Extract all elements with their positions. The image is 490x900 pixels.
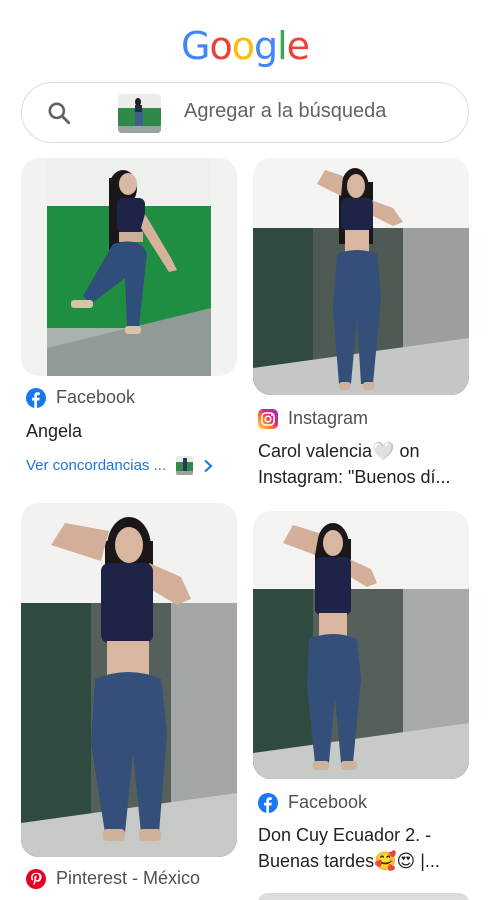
- logo-letter: g: [253, 24, 278, 68]
- result-source-label: Facebook: [56, 387, 136, 407]
- result-image-4[interactable]: [253, 511, 469, 779]
- logo-letter: G: [180, 24, 210, 68]
- facebook-icon: [258, 792, 278, 813]
- search-bar[interactable]: Agregar a la búsqueda: [21, 82, 469, 143]
- result-source-3[interactable]: Pinterest - México: [26, 868, 200, 889]
- see-matches-link[interactable]: Ver concordancias ...: [26, 456, 213, 475]
- result-title-2[interactable]: Carol valencia🤍 on Instagram: "Buenos dí…: [258, 438, 470, 490]
- google-logo[interactable]: Google: [0, 24, 490, 68]
- result-source-label: Instagram: [288, 408, 369, 428]
- result-image-2[interactable]: [253, 158, 469, 395]
- result-title-1[interactable]: Angela: [26, 418, 238, 444]
- result-image-5-partial[interactable]: [258, 893, 469, 900]
- chevron-right-icon[interactable]: [203, 459, 213, 473]
- result-source-1[interactable]: Facebook: [26, 387, 135, 408]
- result-source-2[interactable]: Instagram: [258, 408, 368, 429]
- result-source-4[interactable]: Facebook: [258, 792, 367, 813]
- logo-letter: o: [231, 24, 255, 68]
- result-source-label: Pinterest - México: [56, 868, 201, 888]
- search-icon[interactable]: [46, 100, 72, 126]
- result-image-3[interactable]: [21, 503, 237, 857]
- instagram-icon: [258, 408, 278, 429]
- facebook-icon: [26, 387, 46, 408]
- result-source-label: Facebook: [288, 792, 368, 812]
- logo-letter: o: [209, 24, 232, 68]
- match-thumbnail: [176, 456, 194, 475]
- pinterest-icon: [26, 868, 46, 889]
- result-title-4[interactable]: Don Cuy Ecuador 2. - Buenas tardes🥰😍 |..…: [258, 822, 470, 874]
- search-placeholder[interactable]: Agregar a la búsqueda: [184, 100, 386, 123]
- see-matches-label[interactable]: Ver concordancias ...: [26, 457, 166, 474]
- logo-letter: e: [286, 24, 310, 68]
- query-image-thumbnail[interactable]: [118, 94, 161, 133]
- result-image-1[interactable]: [21, 158, 237, 376]
- logo-letter: l: [277, 24, 288, 68]
